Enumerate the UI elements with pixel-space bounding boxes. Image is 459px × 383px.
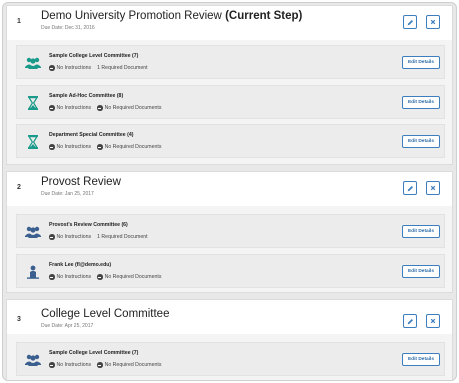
documents-status: No Required Documents xyxy=(104,144,162,150)
committee-meta: No Instructions No Required Documents xyxy=(49,274,161,280)
instructions-status: No Instructions xyxy=(56,234,92,240)
edit-details-button[interactable]: Edit Details xyxy=(402,265,440,278)
committee-name: Frank Lee (fl@demo.edu) xyxy=(49,262,112,268)
step-3: 3 College Level Committee Due Date: Apr … xyxy=(6,299,453,380)
pencil-icon xyxy=(407,318,413,324)
group-icon xyxy=(25,57,41,69)
step-title: Demo University Promotion Review (Curren… xyxy=(41,10,303,22)
edit-step-button[interactable] xyxy=(403,181,417,195)
committee-meta: No Instructions No Required Documents xyxy=(49,362,161,368)
committee-card: Frank Lee (fl@demo.edu) No Instructions … xyxy=(16,254,445,288)
delete-step-button[interactable] xyxy=(426,15,440,29)
minus-circle-icon xyxy=(97,274,103,280)
person-icon xyxy=(27,265,39,279)
hourglass-icon xyxy=(27,96,39,110)
delete-step-button[interactable] xyxy=(426,181,440,195)
committee-card: Sample Ad-Hoc Committee (8) No Instructi… xyxy=(16,85,445,119)
edit-step-button[interactable] xyxy=(403,15,417,29)
instructions-status: No Instructions xyxy=(56,274,92,280)
step-due-date: Due Date: Apr 25, 2017 xyxy=(41,323,94,329)
edit-details-button[interactable]: Edit Details xyxy=(402,96,440,109)
minus-circle-icon xyxy=(49,274,55,280)
step-due-date: Due Date: Jan 25, 2017 xyxy=(41,191,94,197)
minus-circle-icon xyxy=(49,362,55,368)
documents-status: No Required Documents xyxy=(104,274,162,280)
committee-name: Sample Ad-Hoc Committee (8) xyxy=(49,93,124,99)
committee-name: Sample College Level Committee (7) xyxy=(49,350,139,356)
group-icon xyxy=(25,354,41,366)
edit-details-button[interactable]: Edit Details xyxy=(402,225,440,238)
pencil-icon xyxy=(407,19,413,25)
current-step-label: (Current Step) xyxy=(225,10,303,22)
step-header: 2 Provost Review Due Date: Jan 25, 2017 xyxy=(7,172,452,206)
step-title: College Level Committee xyxy=(41,308,170,320)
step-header: 1 Demo University Promotion Review (Curr… xyxy=(7,6,452,40)
committee-name: Sample College Level Committee (7) xyxy=(49,53,139,59)
instructions-status: No Instructions xyxy=(56,144,92,150)
delete-step-button[interactable] xyxy=(426,314,440,328)
instructions-status: No Instructions xyxy=(56,65,92,71)
step-header: 3 College Level Committee Due Date: Apr … xyxy=(7,300,452,334)
minus-circle-icon xyxy=(49,234,55,240)
step-number: 2 xyxy=(17,184,21,191)
hourglass-icon xyxy=(27,135,39,149)
committee-name: Department Special Committee (4) xyxy=(49,132,134,138)
step-due-date: Due Date: Dec 31, 2016 xyxy=(41,25,95,31)
step-2: 2 Provost Review Due Date: Jan 25, 2017 … xyxy=(6,171,453,293)
documents-status: 1 Required Document xyxy=(97,234,148,240)
close-icon xyxy=(430,318,436,324)
edit-details-button[interactable]: Edit Details xyxy=(402,353,440,366)
documents-status: 1 Required Document xyxy=(97,65,148,71)
step-number: 3 xyxy=(17,316,21,323)
committee-card: Sample College Level Committee (7) No In… xyxy=(16,45,445,79)
minus-circle-icon xyxy=(97,144,103,150)
documents-status: No Required Documents xyxy=(104,105,162,111)
close-icon xyxy=(430,19,436,25)
review-steps-panel: 1 Demo University Promotion Review (Curr… xyxy=(2,2,457,381)
minus-circle-icon xyxy=(49,144,55,150)
group-icon xyxy=(25,226,41,238)
committee-card: Sample College Level Committee (7) No In… xyxy=(16,342,445,376)
minus-circle-icon xyxy=(97,362,103,368)
edit-details-button[interactable]: Edit Details xyxy=(402,56,440,69)
committee-meta: No Instructions 1 Required Document xyxy=(49,234,148,240)
instructions-status: No Instructions xyxy=(56,362,92,368)
committee-card: Department Special Committee (4) No Inst… xyxy=(16,124,445,158)
instructions-status: No Instructions xyxy=(56,105,92,111)
minus-circle-icon xyxy=(97,105,103,111)
step-number: 1 xyxy=(17,18,21,25)
edit-details-button[interactable]: Edit Details xyxy=(402,135,440,148)
edit-step-button[interactable] xyxy=(403,314,417,328)
committee-card: Provost's Review Committee (6) No Instru… xyxy=(16,214,445,248)
minus-circle-icon xyxy=(49,65,55,71)
pencil-icon xyxy=(407,185,413,191)
committee-name: Provost's Review Committee (6) xyxy=(49,222,128,228)
step-1: 1 Demo University Promotion Review (Curr… xyxy=(6,5,453,165)
committee-meta: No Instructions 1 Required Document xyxy=(49,65,148,71)
committee-meta: No Instructions No Required Documents xyxy=(49,105,161,111)
committee-meta: No Instructions No Required Documents xyxy=(49,144,161,150)
close-icon xyxy=(430,185,436,191)
minus-circle-icon xyxy=(49,105,55,111)
documents-status: No Required Documents xyxy=(104,362,162,368)
step-title: Provost Review xyxy=(41,176,121,188)
